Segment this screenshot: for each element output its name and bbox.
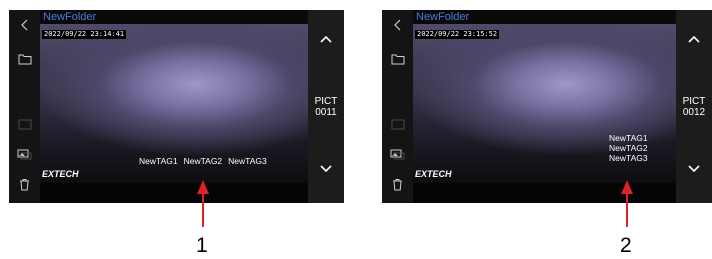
folder-icon[interactable] xyxy=(382,54,413,65)
extech-logo: EXTECH xyxy=(415,169,452,179)
bottom-bar xyxy=(413,183,676,203)
callout-arrow-1 xyxy=(202,192,204,227)
folder-name: NewFolder xyxy=(416,11,470,23)
empty-box-icon[interactable] xyxy=(382,119,413,130)
right-panel: PICT 0011 xyxy=(308,10,344,203)
folder-icon[interactable] xyxy=(9,54,40,65)
timestamp: 2022/09/22 23:14:41 xyxy=(42,30,127,39)
camera-image: 2022/09/22 23:14:41 NewTAG1 NewTAG2 NewTAG… xyxy=(40,24,308,183)
image-icon[interactable] xyxy=(9,149,40,160)
tag-2: NewTAG2 xyxy=(609,143,648,153)
tag-1: NewTAG1 xyxy=(609,133,648,143)
title-bar: NewFolder xyxy=(40,10,308,24)
picture-number: PICT 0012 xyxy=(676,96,712,118)
chevron-left-icon[interactable] xyxy=(382,19,413,31)
picture-number: PICT 0011 xyxy=(308,96,344,118)
chevron-left-icon[interactable] xyxy=(9,19,40,31)
image-icon[interactable] xyxy=(382,149,413,160)
tag-2: NewTAG2 xyxy=(183,156,223,166)
camera-screen-2: NewFolder 2022/09/22 23:15:52 NewTAG1 Ne… xyxy=(382,10,712,203)
callout-arrow-2 xyxy=(626,192,628,227)
chevron-down-icon[interactable] xyxy=(308,164,344,174)
left-toolbar xyxy=(382,10,413,203)
folder-name: NewFolder xyxy=(43,11,97,23)
trash-icon[interactable] xyxy=(9,178,40,191)
timestamp: 2022/09/22 23:15:52 xyxy=(415,30,500,39)
tag-3: NewTAG3 xyxy=(609,153,648,163)
left-toolbar xyxy=(9,10,40,203)
tag-3: NewTAG3 xyxy=(228,156,267,166)
pict-label: PICT xyxy=(682,96,706,107)
extech-logo: EXTECH xyxy=(42,169,79,179)
callout-label-2: 2 xyxy=(620,234,632,257)
tag-list: NewTAG1 NewTAG2 NewTAG3 xyxy=(609,133,648,163)
camera-screen-1: NewFolder 2022/09/22 23:14:41 NewTAG1 New… xyxy=(9,10,344,203)
chevron-up-icon[interactable] xyxy=(676,34,712,44)
camera-image: 2022/09/22 23:15:52 NewTAG1 NewTAG2 NewT… xyxy=(413,24,676,183)
callout-label-1: 1 xyxy=(196,234,208,257)
empty-box-icon[interactable] xyxy=(9,119,40,130)
chevron-up-icon[interactable] xyxy=(308,34,344,44)
tag-1: NewTAG1 xyxy=(139,156,178,166)
pict-label: PICT xyxy=(314,96,338,107)
tag-list: NewTAG1 NewTAG2 NewTAG3 xyxy=(139,156,273,166)
pict-number: 0011 xyxy=(315,107,337,118)
chevron-down-icon[interactable] xyxy=(676,164,712,174)
bottom-bar xyxy=(40,183,308,203)
trash-icon[interactable] xyxy=(382,178,413,191)
title-bar: NewFolder xyxy=(413,10,676,24)
pict-number: 0012 xyxy=(682,107,706,118)
right-panel: PICT 0012 xyxy=(676,10,712,203)
